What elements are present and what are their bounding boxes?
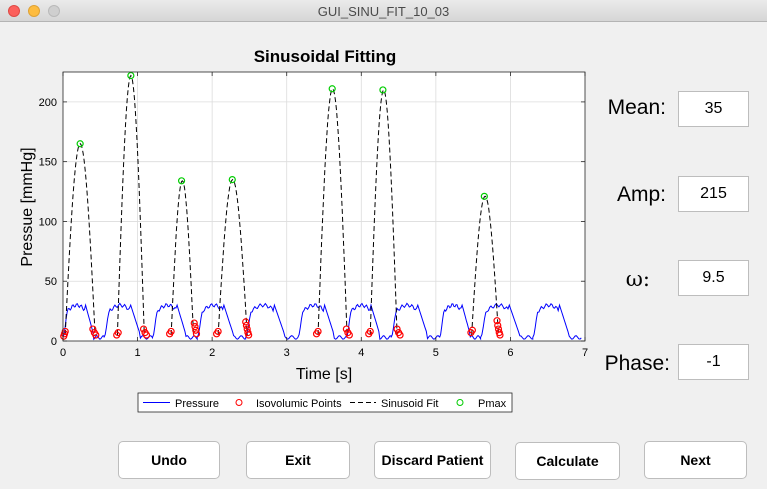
omega-label: ω: xyxy=(625,267,650,291)
phase-label: Phase: xyxy=(604,352,670,375)
window-titlebar: GUI_SINU_FIT_10_03 xyxy=(0,0,767,22)
x-axis-label: Time [s] xyxy=(296,366,352,383)
amp-field[interactable]: 215 xyxy=(678,176,749,212)
chart-legend: Pressure Isovolumic Points Sinusoid Fit … xyxy=(137,392,513,413)
chart-title: Sinusoidal Fitting xyxy=(254,47,397,66)
legend-pmax-label: Pmax xyxy=(478,398,507,410)
undo-button[interactable]: Undo xyxy=(118,441,220,479)
window-content: 0 1 2 3 4 5 6 7 0 50 100 150 200 Sinusoidal Fitting … xyxy=(0,22,767,489)
calculate-button[interactable]: Calculate xyxy=(515,442,620,480)
x-tick-label: 2 xyxy=(209,347,215,359)
legend-isovolumic-label: Isovolumic Points xyxy=(256,398,342,410)
y-tick-label: 100 xyxy=(39,216,57,228)
y-axis-label: Pressue [mmHg] xyxy=(19,147,36,266)
y-tick-label: 150 xyxy=(39,157,57,169)
legend-fit-label: Sinusoid Fit xyxy=(381,398,438,410)
x-tick-label: 0 xyxy=(60,347,66,359)
x-tick-label: 5 xyxy=(433,347,439,359)
y-tick-label: 50 xyxy=(45,276,57,288)
next-button[interactable]: Next xyxy=(644,441,747,479)
phase-field[interactable]: -1 xyxy=(678,344,749,380)
mean-field[interactable]: 35 xyxy=(678,91,749,127)
omega-field[interactable]: 9.5 xyxy=(678,260,749,296)
x-tick-label: 1 xyxy=(135,347,141,359)
x-tick-label: 3 xyxy=(284,347,290,359)
y-tick-label: 200 xyxy=(39,97,57,109)
y-tick-label: 0 xyxy=(51,336,57,348)
x-tick-label: 6 xyxy=(507,347,513,359)
mean-label: Mean: xyxy=(607,96,666,119)
plot-area xyxy=(63,72,585,341)
exit-button[interactable]: Exit xyxy=(246,441,350,479)
window-title: GUI_SINU_FIT_10_03 xyxy=(317,4,450,19)
x-tick-label: 4 xyxy=(358,347,364,359)
pressure-chart: 0 1 2 3 4 5 6 7050100150200 Sinusoidal Fitting … xyxy=(19,47,588,413)
amp-label: Amp: xyxy=(616,183,666,206)
legend-pressure-label: Pressure xyxy=(175,398,219,410)
discard-patient-button[interactable]: Discard Patient xyxy=(374,441,491,479)
